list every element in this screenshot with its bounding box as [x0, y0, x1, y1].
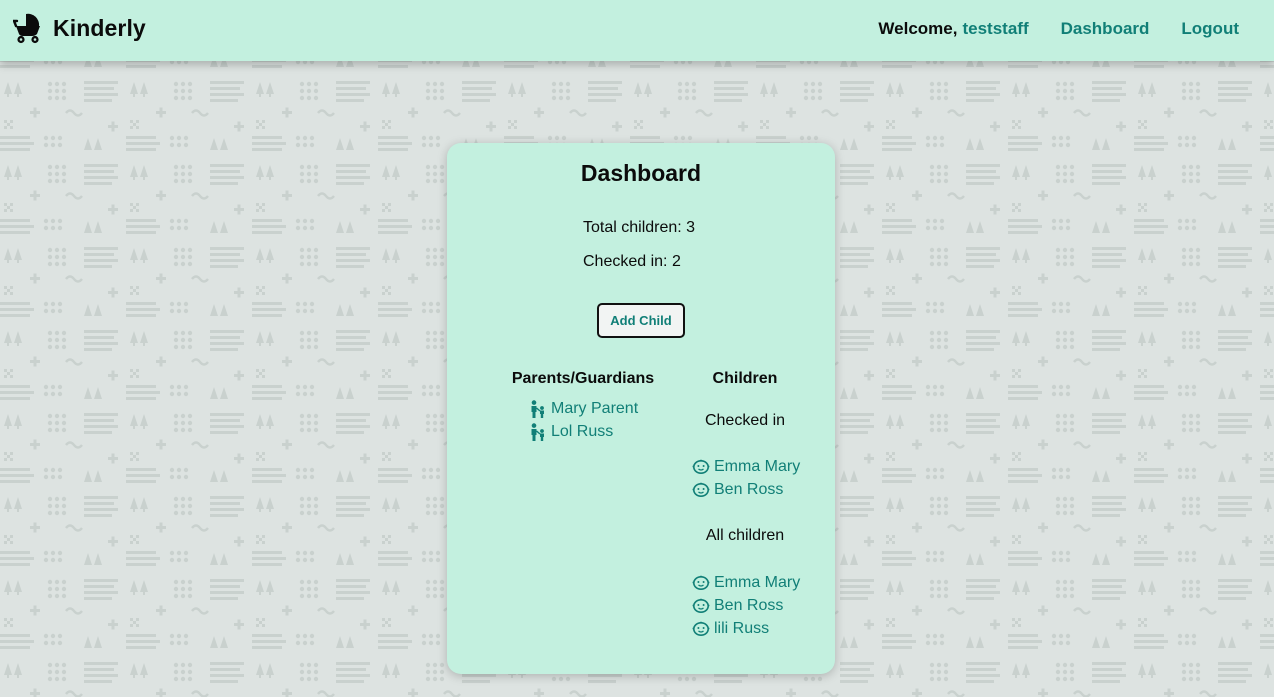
brand-link[interactable]: Kinderly — [13, 12, 146, 44]
checked-in-child-link[interactable]: Ben Ross — [692, 481, 783, 499]
username-label: teststaff — [962, 19, 1029, 38]
nav-menu: Welcome, teststaff Dashboard Logout — [878, 19, 1239, 39]
baby-face-icon — [692, 597, 710, 615]
checked-in-heading: Checked in — [704, 412, 786, 429]
parent-name: Mary Parent — [551, 400, 639, 417]
child-link[interactable]: Ben Ross — [692, 597, 783, 615]
all-children-heading: All children — [705, 527, 785, 544]
child-name: Emma Mary — [714, 458, 801, 475]
parent-child-icon — [529, 400, 547, 418]
baby-face-icon — [692, 620, 710, 638]
baby-face-icon — [692, 458, 710, 476]
parent-link[interactable]: Mary Parent — [529, 400, 638, 418]
child-link[interactable]: Emma Mary — [692, 574, 800, 592]
nav-logout-link[interactable]: Logout — [1181, 19, 1239, 39]
page-title: Dashboard — [580, 160, 702, 186]
child-name: Emma Mary — [714, 574, 801, 591]
child-name: lili Russ — [714, 620, 770, 637]
parents-heading: Parents/Guardians — [511, 370, 655, 387]
total-children-stat: Total children: 3 — [583, 219, 696, 236]
welcome-label: Welcome, — [878, 19, 958, 38]
parent-name: Lol Russ — [551, 423, 614, 440]
parent-child-icon — [529, 423, 547, 441]
checked-in-child-link[interactable]: Emma Mary — [692, 458, 800, 476]
children-heading: Children — [712, 370, 778, 387]
checked-in-stat: Checked in: 2 — [583, 253, 681, 270]
child-link[interactable]: lili Russ — [692, 620, 769, 638]
child-name: Ben Ross — [714, 597, 784, 614]
add-child-button[interactable]: Add Child — [597, 303, 685, 338]
nav-dashboard-link[interactable]: Dashboard — [1061, 19, 1150, 39]
parent-link[interactable]: Lol Russ — [529, 423, 613, 441]
baby-face-icon — [692, 574, 710, 592]
dashboard-card: Dashboard Total children: 3 Checked in: … — [447, 143, 835, 674]
baby-face-icon — [692, 481, 710, 499]
brand-name: Kinderly — [53, 14, 146, 41]
child-name: Ben Ross — [714, 481, 784, 498]
top-navbar: Kinderly Welcome, teststaff Dashboard Lo… — [0, 0, 1274, 61]
stroller-icon — [13, 12, 43, 44]
